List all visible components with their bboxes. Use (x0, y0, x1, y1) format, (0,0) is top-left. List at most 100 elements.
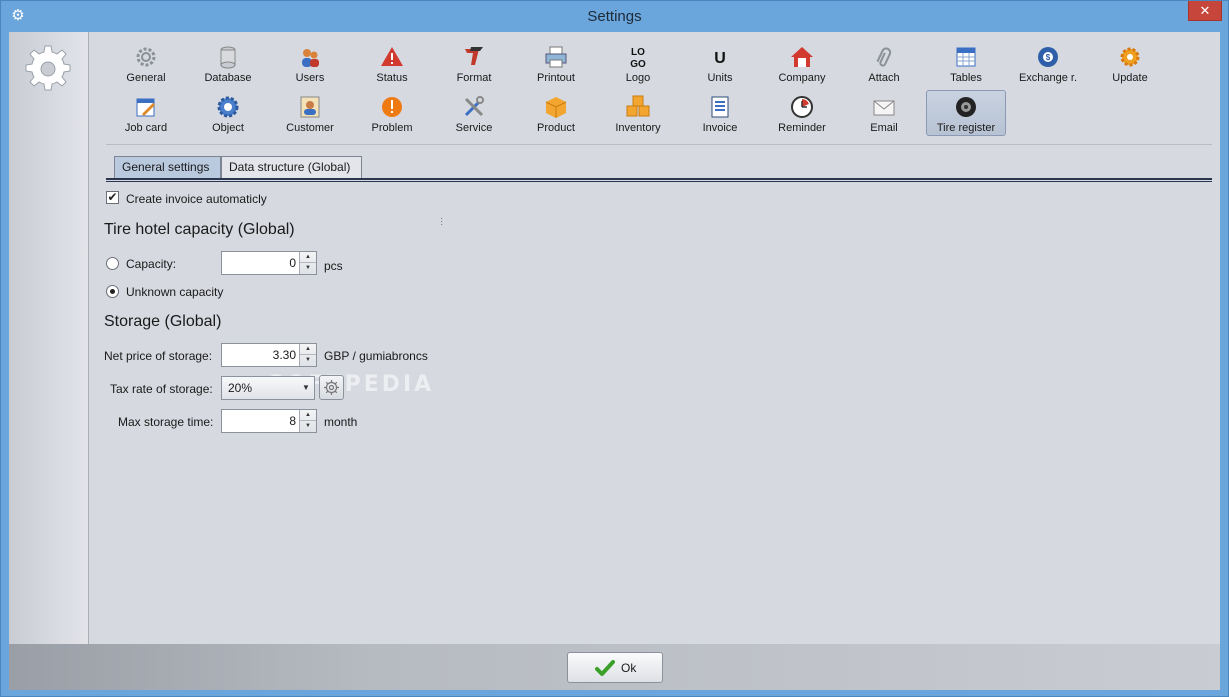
max-storage-spinner[interactable]: 8 ▲ ▼ (221, 409, 317, 433)
toolbar-item-label: Customer (286, 122, 334, 134)
toolbar-item-tables[interactable]: Tables (926, 40, 1006, 86)
tire-icon (956, 97, 976, 117)
object-gear-icon (217, 96, 239, 118)
title-bar[interactable]: ⚙ Settings ✕ (1, 1, 1228, 32)
toolbar-item-label: Problem (371, 122, 413, 134)
toolbar-item-problem[interactable]: Problem (352, 90, 432, 136)
toolbar-item-tire-register[interactable]: Tire register (926, 90, 1006, 136)
window-title: Settings (587, 8, 642, 25)
toolbar-item-object[interactable]: Object (188, 90, 268, 136)
toolbar-item-label: Company (778, 72, 826, 84)
job-card-icon (136, 98, 155, 117)
svg-text:$: $ (1046, 53, 1051, 62)
toolbar-item-update[interactable]: Update (1090, 40, 1170, 86)
max-storage-unit: month (324, 415, 358, 429)
problem-icon (382, 97, 402, 117)
toolbar-item-label: Job card (124, 122, 168, 134)
toolbar-item-general[interactable]: General (106, 40, 186, 86)
unknown-capacity-label: Unknown capacity (126, 285, 224, 299)
toolbar-item-logo[interactable]: LO GO Logo (598, 40, 678, 86)
toolbar-item-company[interactable]: Company (762, 40, 842, 86)
database-icon (220, 46, 236, 69)
toolbar-item-label: Service (455, 122, 493, 134)
toolbar-item-printout[interactable]: Printout (516, 40, 596, 86)
toolbar-item-service[interactable]: Service (434, 90, 514, 136)
gear-icon (136, 47, 156, 67)
ok-button[interactable]: Ok (567, 652, 663, 683)
net-price-label: Net price of storage: (104, 349, 213, 363)
gear-icon (324, 380, 339, 395)
toolbar-item-job-card[interactable]: Job card (106, 90, 186, 136)
toolbar-item-reminder[interactable]: Reminder (762, 90, 842, 136)
capacity-radio[interactable] (106, 257, 119, 270)
toolbar-divider (106, 144, 1212, 145)
svg-text:U: U (714, 50, 726, 67)
toolbar-item-product[interactable]: Product (516, 90, 596, 136)
toolbar-item-label: Printout (537, 72, 575, 84)
tab-data-structure[interactable]: Data structure (Global) (221, 156, 362, 178)
ok-label: Ok (621, 661, 637, 675)
capacity-value[interactable]: 0 (224, 256, 296, 270)
toolbar-item-label: Status (376, 72, 408, 84)
toolbar-item-email[interactable]: Email (844, 90, 924, 136)
toolbar-item-inventory[interactable]: Inventory (598, 90, 678, 136)
close-button[interactable]: ✕ (1188, 1, 1222, 21)
net-price-value[interactable]: 3.30 (224, 348, 296, 362)
users-icon (302, 49, 319, 67)
svg-text:GO: GO (630, 59, 646, 70)
svg-text:LO: LO (631, 47, 645, 58)
toolbar-item-label: Users (295, 72, 325, 84)
splitter-handle[interactable]: · · · (440, 214, 443, 230)
spinner-down-icon[interactable]: ▼ (300, 355, 316, 366)
create-invoice-label: Create invoice automaticly (126, 192, 267, 206)
toolbar-item-label: General (126, 72, 166, 84)
toolbar-item-label: Tire register (936, 122, 996, 134)
spinner-buttons[interactable]: ▲ ▼ (299, 252, 316, 274)
spinner-buttons[interactable]: ▲ ▼ (299, 410, 316, 432)
toolbar-item-format[interactable]: Format (434, 40, 514, 86)
net-price-spinner[interactable]: 3.30 ▲ ▼ (221, 343, 317, 367)
toolbar-item-invoice[interactable]: Invoice (680, 90, 760, 136)
storage-section-title: Storage (Global) (104, 313, 222, 330)
toolbar-item-label: Tables (950, 72, 982, 84)
toolbar-item-label: Object (212, 122, 244, 134)
toolbar-item-units[interactable]: U Units (680, 40, 760, 86)
settings-toolbar: General Database Users Status Format Printout… (106, 40, 1206, 144)
toolbar-item-label: Units (707, 72, 733, 84)
spinner-down-icon[interactable]: ▼ (300, 421, 316, 432)
units-icon: U (714, 50, 726, 67)
clock-icon (791, 96, 813, 118)
max-storage-value[interactable]: 8 (224, 414, 296, 428)
toolbar-item-users[interactable]: Users (270, 40, 350, 86)
email-icon (873, 100, 895, 116)
toolbar-item-database[interactable]: Database (188, 40, 268, 86)
toolbar-item-exchange-r[interactable]: $ Exchange r. (1008, 40, 1088, 86)
spinner-up-icon[interactable]: ▲ (300, 344, 316, 355)
toolbar-item-label: Database (204, 72, 252, 84)
toolbar-item-customer[interactable]: Customer (270, 90, 350, 136)
tax-settings-button[interactable] (319, 375, 344, 400)
toolbar-item-label: Email (870, 122, 898, 134)
chevron-down-icon[interactable]: ▼ (298, 377, 314, 399)
spinner-up-icon[interactable]: ▲ (300, 252, 316, 263)
toolbar-item-label: Product (537, 122, 575, 134)
settings-window: ⚙ Settings ✕ General Database Users Status F… (0, 0, 1229, 697)
paperclip-icon (876, 47, 892, 67)
toolbar-item-attach[interactable]: Attach (844, 40, 924, 86)
create-invoice-checkbox[interactable]: ✔ (106, 191, 119, 204)
capacity-section-title: Tire hotel capacity (Global) (104, 221, 295, 238)
warning-triangle-icon (381, 47, 403, 66)
toolbar-item-label: Exchange r. (1018, 72, 1078, 84)
spinner-down-icon[interactable]: ▼ (300, 263, 316, 274)
logo-icon: LOGO (630, 47, 646, 70)
tax-rate-select[interactable]: 20% ▼ (221, 376, 315, 400)
spinner-buttons[interactable]: ▲ ▼ (299, 344, 316, 366)
toolbar-item-label: Invoice (702, 122, 738, 134)
tab-general-settings[interactable]: General settings (114, 156, 221, 178)
spinner-up-icon[interactable]: ▲ (300, 410, 316, 421)
tab-underline (106, 178, 1212, 182)
capacity-spinner[interactable]: 0 ▲ ▼ (221, 251, 317, 275)
max-storage-label: Max storage time: (118, 415, 214, 429)
toolbar-item-status[interactable]: Status (352, 40, 432, 86)
unknown-capacity-radio[interactable] (106, 285, 119, 298)
